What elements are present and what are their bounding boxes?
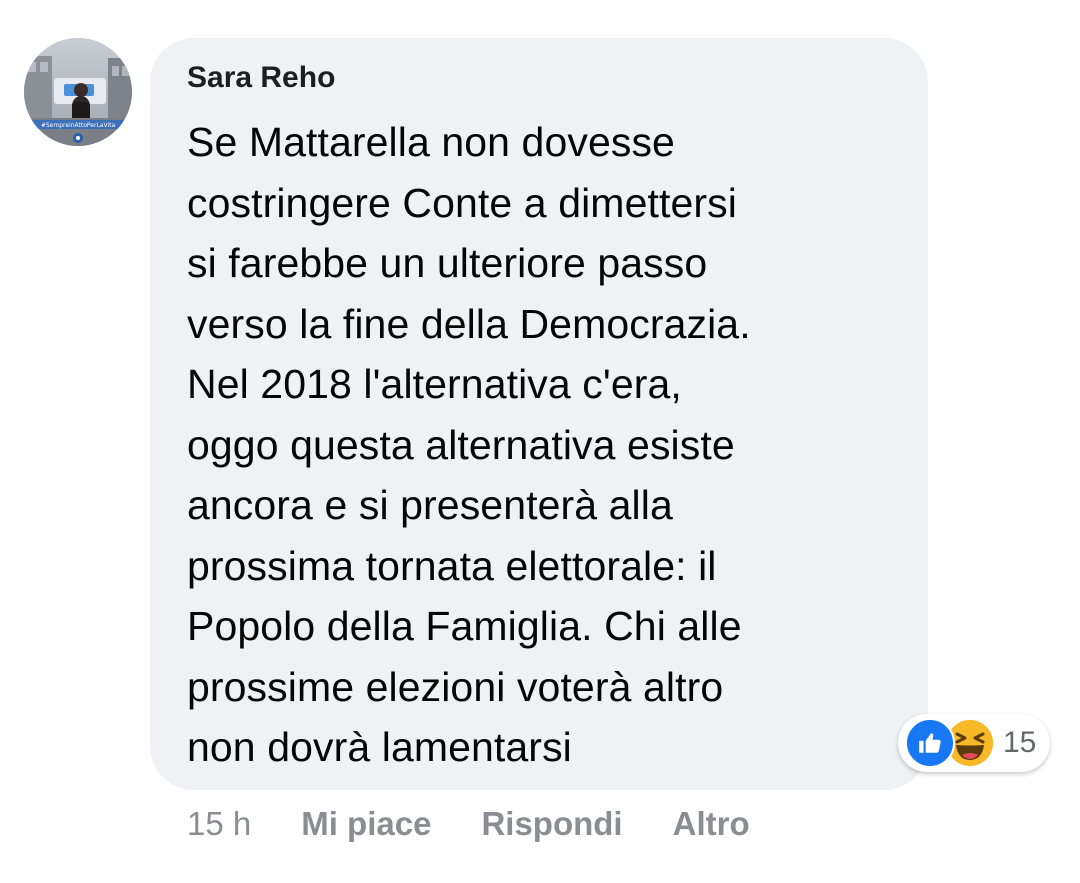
comment-text: Se Mattarella non dovesse costringere Co… xyxy=(187,119,751,770)
comment-timestamp[interactable]: 15 h xyxy=(187,805,251,843)
avatar[interactable]: #SempreinAttoPerLaVita xyxy=(24,38,132,146)
comment-author[interactable]: Sara Reho xyxy=(187,58,898,98)
avatar-photo: #SempreinAttoPerLaVita xyxy=(24,38,132,146)
more-button[interactable]: Altro xyxy=(673,805,750,843)
reaction-count: 15 xyxy=(1003,726,1037,759)
like-icon xyxy=(905,718,955,768)
like-button[interactable]: Mi piace xyxy=(301,805,431,843)
comment-bubble[interactable]: Sara Reho Se Mattarella non dovesse cost… xyxy=(150,38,928,790)
comment-actions: 15 h Mi piace Rispondi Altro xyxy=(187,800,800,848)
reactions-summary[interactable]: 15 xyxy=(898,714,1050,772)
comment-screen: #SempreinAttoPerLaVita Sara Reho Se Matt… xyxy=(0,0,1080,883)
svg-text:#SempreinAttoPerLaVita: #SempreinAttoPerLaVita xyxy=(41,122,116,129)
reply-button[interactable]: Rispondi xyxy=(481,805,622,843)
